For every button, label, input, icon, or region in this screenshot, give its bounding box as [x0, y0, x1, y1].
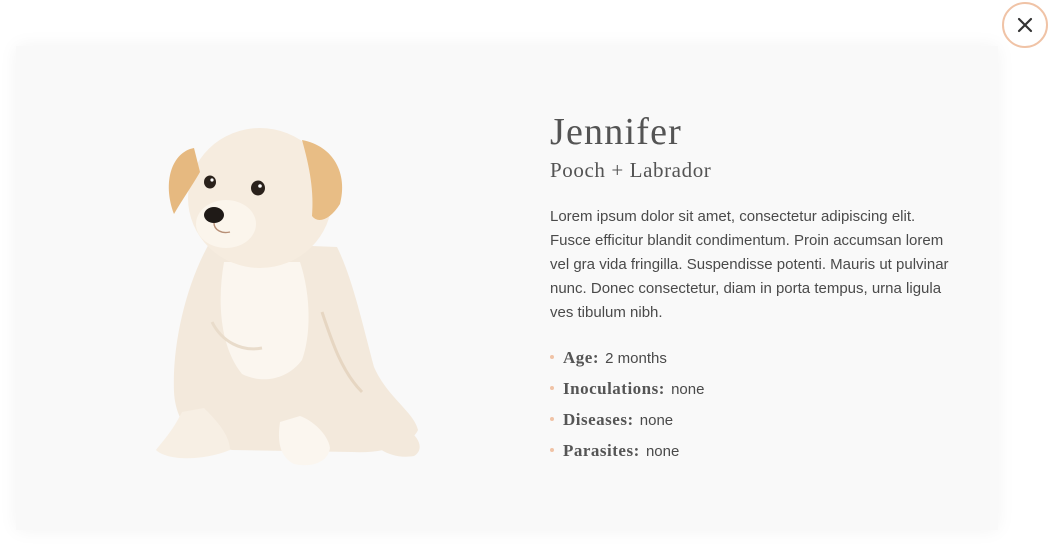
bullet-dot [550, 417, 554, 421]
close-icon [1017, 17, 1033, 33]
detail-value: none [639, 412, 674, 429]
detail-label: Inoculations: [563, 379, 665, 398]
pet-description: Lorem ipsum dolor sit amet, consectetur … [550, 208, 949, 321]
detail-diseases: Diseases: none [550, 404, 960, 435]
bullet-dot [550, 355, 554, 359]
detail-label: Age: [563, 348, 599, 367]
detail-parasites: Parasites: none [550, 435, 960, 466]
pet-info: Jennifer Pooch + Labrador Lorem ipsum do… [550, 110, 960, 466]
pet-name: Jennifer [550, 111, 682, 153]
detail-inoculations: Inoculations: none [550, 373, 960, 404]
detail-age: Age: 2 months [550, 342, 960, 373]
detail-label: Parasites: [563, 441, 640, 460]
pet-modal: Jennifer Pooch + Labrador Lorem ipsum do… [16, 46, 998, 530]
detail-value: none [671, 381, 705, 398]
bullet-dot [550, 448, 554, 452]
detail-value: 2 months [605, 350, 667, 367]
puppy-photo [156, 128, 420, 466]
pet-breed: Pooch + Labrador [550, 158, 712, 182]
bullet-dot [550, 386, 554, 390]
detail-label: Diseases: [563, 410, 634, 429]
pet-details-list: Age: 2 months Inoculations: none Disease… [550, 342, 960, 466]
close-button[interactable] [1002, 2, 1048, 48]
detail-value: none [645, 443, 680, 460]
